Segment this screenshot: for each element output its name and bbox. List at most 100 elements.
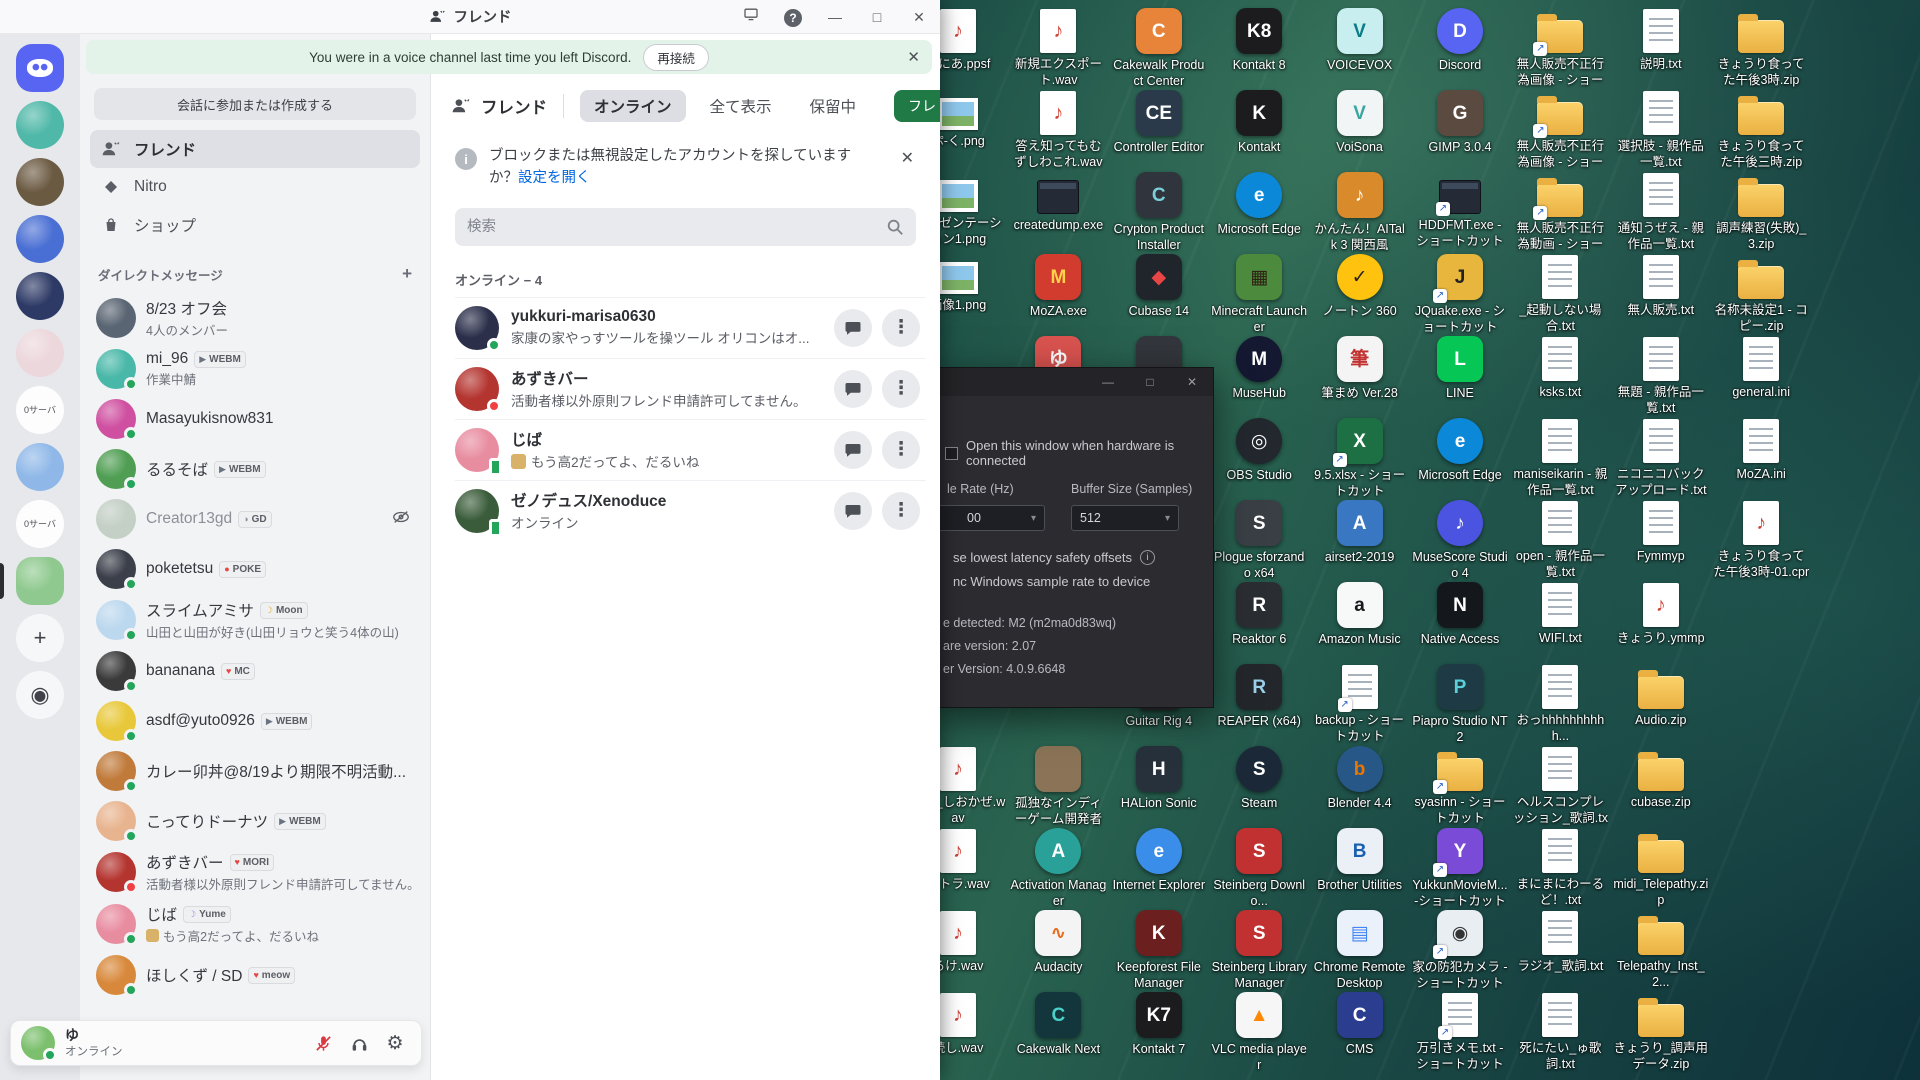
desktop-icon[interactable]: ニコニコバックアップロード.txt <box>1613 418 1709 499</box>
server-icon[interactable]: 0サーバ <box>0 500 80 548</box>
desktop-icon[interactable]: X↗ 9.5.xlsx - ショートカット <box>1312 418 1408 500</box>
message-button[interactable] <box>834 370 872 408</box>
desktop-icon[interactable]: C Crypton Product Installer <box>1111 172 1207 254</box>
desktop-icon[interactable]: ◎ OBS Studio <box>1211 418 1307 483</box>
dialog-close-button[interactable]: ✕ <box>1171 368 1213 396</box>
desktop-icon[interactable]: 死にたい_ゅ歌詞.txt <box>1512 992 1608 1073</box>
desktop-icon[interactable]: b Blender 4.4 <box>1312 746 1408 811</box>
dm-item[interactable]: 8/23 オフ会 4人のメンバー <box>80 292 430 344</box>
desktop-icon[interactable]: K Keepforest File Manager <box>1111 910 1207 992</box>
add-friend-button[interactable]: フレ <box>894 90 940 122</box>
desktop-icon[interactable]: WIFI.txt <box>1512 582 1608 646</box>
message-button[interactable] <box>834 309 872 347</box>
desktop-icon[interactable]: P Piapro Studio NT2 <box>1412 664 1508 746</box>
desktop-icon[interactable]: A airset2-2019 <box>1312 500 1408 565</box>
desktop-icon[interactable]: K7 Kontakt 7 <box>1111 992 1207 1057</box>
desktop-icon[interactable]: 無人販売.txt <box>1613 254 1709 318</box>
message-button[interactable] <box>834 492 872 530</box>
desktop-icon[interactable]: createdump.exe <box>1010 172 1106 233</box>
desktop-icon[interactable]: G GIMP 3.0.4 <box>1412 90 1508 155</box>
more-button[interactable]: ⋮ <box>882 431 920 469</box>
dm-item[interactable]: mi_96 ▶WEBM 作業中鯖 <box>80 344 430 394</box>
desktop-icon[interactable]: V VOICEVOX <box>1312 8 1408 73</box>
desktop-icon[interactable]: general.ini <box>1713 336 1809 400</box>
join-conversation-button[interactable]: 会話に参加または作成する <box>94 88 416 120</box>
minimize-button[interactable]: — <box>814 0 856 34</box>
sidebar-item-nitro[interactable]: Nitro <box>90 170 420 204</box>
desktop-icon[interactable]: ↗ 無人販売不正行為動画 - ショートカット <box>1512 172 1608 254</box>
desktop-icon[interactable]: Audio.zip <box>1613 664 1709 728</box>
desktop-icon[interactable]: 無題 - 親作品一覧.txt <box>1613 336 1709 417</box>
dm-item[interactable]: Creator13gd ◑GD <box>80 494 430 544</box>
dm-item[interactable]: スライムアミサ ☽Moon 山田と山田が好き(山田リョウと笑う4体の山) <box>80 594 430 646</box>
desktop-icon[interactable]: ◆ Cubase 14 <box>1111 254 1207 319</box>
friend-row[interactable]: yukkuri-marisa0630 家康の家やっすツールを操ツール オリコンは… <box>455 297 926 358</box>
dm-item[interactable]: bananana ♥MC <box>80 646 430 696</box>
desktop-icon[interactable]: ↗ 無人販売不正行為画像 - ショートカット <box>1512 90 1608 172</box>
dm-item[interactable]: カレー卯丼@8/19より期限不明活動... <box>80 746 430 796</box>
server-icon[interactable] <box>0 215 80 263</box>
desktop-icon[interactable]: ↗ HDDFMT.exe - ショートカット <box>1412 172 1508 250</box>
desktop-icon[interactable]: S Steinberg Downlo... <box>1211 828 1307 910</box>
desktop-icon[interactable]: おっhhhhhhhhhh... <box>1512 664 1608 745</box>
desktop-icon[interactable]: C CMS <box>1312 992 1408 1057</box>
open-on-connect-checkbox[interactable] <box>945 447 958 460</box>
desktop-icon[interactable]: CE Controller Editor <box>1111 90 1207 155</box>
reconnect-button[interactable]: 再接続 <box>643 44 709 71</box>
dm-item[interactable]: ほしくず / SD ♥meow <box>80 950 430 1000</box>
dm-item[interactable]: こってりドーナツ ▶WEBM <box>80 796 430 846</box>
desktop-icon[interactable]: S Plogue sforzando x64 <box>1211 500 1307 582</box>
desktop-icon[interactable]: e Internet Explorer <box>1111 828 1207 893</box>
desktop-icon[interactable]: きょうり食ってた午後三時.zip <box>1713 90 1809 171</box>
server-icon[interactable] <box>0 101 80 149</box>
desktop-icon[interactable]: D Discord <box>1412 8 1508 73</box>
maximize-button[interactable]: □ <box>856 0 898 34</box>
server-icon[interactable] <box>0 329 80 377</box>
info-close-icon[interactable]: ✕ <box>901 148 914 168</box>
more-button[interactable]: ⋮ <box>882 492 920 530</box>
friend-row[interactable]: あずきバー 活動者様以外原則フレンド申請許可してません。 ⋮ <box>455 358 926 419</box>
desktop-icon[interactable]: S Steam <box>1211 746 1307 811</box>
help-icon[interactable]: ? <box>772 0 814 34</box>
add-server-button[interactable]: + <box>0 614 80 662</box>
desktop-icon[interactable]: ◉↗ 家の防犯カメラ - ショートカット <box>1412 910 1508 992</box>
dm-item[interactable]: じば ☽Yume もう高2だってよ、だるいね <box>80 898 430 950</box>
desktop-icon[interactable]: M MoZA.exe <box>1010 254 1106 319</box>
desktop-icon[interactable]: ▲ VLC media player <box>1211 992 1307 1074</box>
desktop-icon[interactable]: ラジオ_歌詞.txt <box>1512 910 1608 974</box>
desktop-icon[interactable]: 通知うぜえ - 親作品一覧.txt <box>1613 172 1709 253</box>
desktop-icon[interactable]: 孤独なインディーゲーム開発者の一生... <box>1010 746 1106 829</box>
desktop-icon[interactable]: ♪ 答え知ってもむずしわこれ.wav <box>1010 90 1106 171</box>
desktop-icon[interactable]: 筆 筆まめ Ver.28 <box>1312 336 1408 401</box>
desktop-icon[interactable]: L LINE <box>1412 336 1508 401</box>
desktop-icon[interactable]: ♪ 新規エクスポート.wav <box>1010 8 1106 89</box>
close-button[interactable]: ✕ <box>898 0 940 34</box>
sidebar-item-friends[interactable]: フレンド <box>90 130 420 168</box>
desktop-icon[interactable]: 説明.txt <box>1613 8 1709 72</box>
desktop-icon[interactable]: ▦ Minecraft Launcher <box>1211 254 1307 336</box>
desktop-icon[interactable]: S Steinberg Library Manager <box>1211 910 1307 992</box>
desktop-icon[interactable]: Fymmyp <box>1613 500 1709 564</box>
desktop-icon[interactable]: MoZA.ini <box>1713 418 1809 482</box>
desktop-icon[interactable]: maniseikarin - 親作品一覧.txt <box>1512 418 1608 499</box>
tab-pending[interactable]: 保留中 <box>796 90 871 122</box>
server-icon[interactable] <box>0 557 80 605</box>
desktop-icon[interactable]: きょうり食ってた午後3時.zip <box>1713 8 1809 89</box>
more-button[interactable]: ⋮ <box>882 370 920 408</box>
desktop-icon[interactable]: ♪ かんたん！AITalk 3 関西風 <box>1312 172 1408 254</box>
search-input[interactable] <box>455 208 916 246</box>
create-dm-icon[interactable]: + <box>402 264 412 284</box>
desktop-icon[interactable]: _起動しない場合.txt <box>1512 254 1608 335</box>
sidebar-item-shop[interactable]: ショップ <box>90 206 420 244</box>
desktop-icon[interactable]: ksks.txt <box>1512 336 1608 400</box>
desktop-icon[interactable]: a Amazon Music <box>1312 582 1408 647</box>
desktop-icon[interactable]: Telepathy_Inst_2... <box>1613 910 1709 991</box>
desktop-icon[interactable]: M MuseHub <box>1211 336 1307 401</box>
desktop-icon[interactable]: 調声練習(失敗)_3.zip <box>1713 172 1809 253</box>
sample-rate-select[interactable]: 00▾ <box>933 505 1045 531</box>
desktop-icon[interactable]: midi_Telepathy.zip <box>1613 828 1709 909</box>
buffer-size-select[interactable]: 512▾ <box>1071 505 1179 531</box>
server-icon[interactable] <box>0 443 80 491</box>
desktop-icon[interactable]: ▤ Chrome Remote Desktop <box>1312 910 1408 992</box>
open-settings-link[interactable]: 設定を開く <box>518 170 591 186</box>
